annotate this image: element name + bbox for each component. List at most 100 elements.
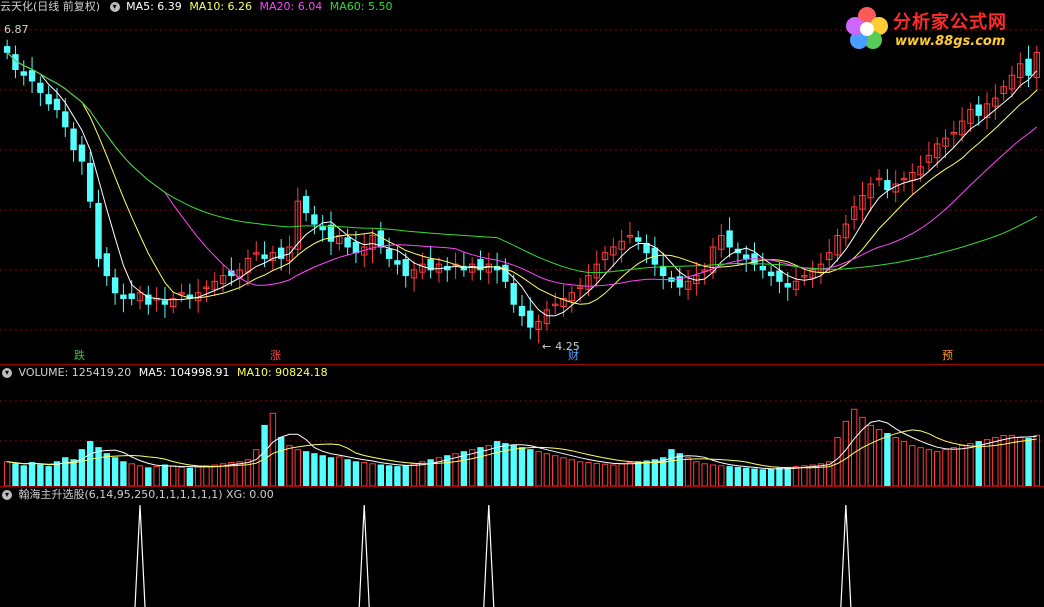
- volume-bar: [20, 465, 27, 486]
- volume-bar: [86, 441, 94, 486]
- volume-bar: [369, 463, 376, 486]
- signal-label-3: 预: [942, 349, 953, 362]
- settings-icon[interactable]: ▾: [2, 368, 12, 378]
- volume-bar: [37, 464, 44, 486]
- volume-bar: [950, 447, 958, 486]
- candle: [344, 237, 351, 248]
- vol-ma5-label: MA5: 104998.91: [138, 366, 230, 379]
- volume-bar: [294, 449, 301, 486]
- volume-bar: [1033, 434, 1041, 486]
- volume-bar: [751, 468, 758, 486]
- volume-bar: [161, 464, 169, 486]
- volume-bar: [203, 465, 210, 486]
- high-price-label: 6.87: [4, 23, 29, 36]
- indicator-pane[interactable]: [0, 487, 1044, 607]
- volume-bar: [917, 447, 924, 486]
- price-chart[interactable]: [0, 0, 1044, 364]
- volume-bar: [668, 449, 675, 486]
- stock-title: 云天化(日线 前复权): [0, 0, 101, 13]
- volume-bar: [1017, 437, 1024, 486]
- volume-bar: [327, 457, 335, 486]
- volume-bar: [120, 461, 127, 486]
- price-pane[interactable]: [0, 0, 1044, 364]
- volume-bar: [95, 447, 102, 486]
- volume-bar: [302, 451, 310, 486]
- candle: [70, 128, 77, 151]
- volume-bar: [385, 465, 393, 486]
- settings-icon[interactable]: ▾: [109, 2, 120, 12]
- volume-bar: [635, 461, 642, 486]
- volume-bar: [535, 451, 542, 486]
- signal-label-1: 涨: [270, 349, 281, 362]
- candle: [402, 259, 409, 277]
- volume-bar: [759, 469, 767, 486]
- volume-bar: [967, 443, 974, 486]
- volume-bar: [344, 459, 351, 486]
- ma5-label: MA5: 6.39: [126, 0, 182, 13]
- volume-chart[interactable]: [0, 365, 1044, 486]
- candle: [3, 46, 11, 53]
- candle: [659, 265, 667, 277]
- volume-bar: [460, 451, 468, 486]
- volume-bar: [244, 459, 252, 486]
- volume-bar: [12, 463, 19, 486]
- volume-bar: [850, 408, 858, 486]
- volume-bar: [311, 453, 318, 486]
- candle: [86, 162, 94, 202]
- volume-bar: [560, 457, 567, 486]
- volume-bar: [103, 453, 110, 486]
- volume-bar: [28, 462, 36, 486]
- ma60-label: MA60: 5.50: [329, 0, 393, 13]
- logo-url: www.88gs.com: [895, 34, 1006, 49]
- volume-bar: [585, 462, 592, 486]
- candle: [45, 94, 52, 105]
- volume-bar: [253, 449, 260, 486]
- candle: [111, 277, 119, 294]
- volume-bar: [900, 441, 908, 486]
- xg-spike: [840, 504, 852, 607]
- volume-bar: [892, 437, 899, 486]
- candle: [635, 237, 642, 242]
- volume-bar: [410, 463, 418, 486]
- volume-bar: [62, 457, 69, 486]
- candle: [643, 243, 650, 254]
- candle: [394, 260, 401, 265]
- site-logo: 分析家公式网 www.88gs.com: [843, 2, 1038, 54]
- volume-bar: [576, 461, 584, 486]
- volume-bar: [136, 465, 144, 486]
- candle: [759, 265, 767, 271]
- indicator-chart[interactable]: [0, 487, 1044, 607]
- volume-bar: [693, 461, 700, 486]
- candle: [385, 248, 393, 259]
- candle: [527, 310, 534, 328]
- volume-bar: [701, 463, 708, 486]
- volume-bar: [1025, 437, 1032, 486]
- low-price-label: ← 4.25: [542, 340, 580, 353]
- volume-bar: [610, 464, 617, 486]
- volume-bar: [784, 466, 791, 486]
- indicator-header: ▾ 翰海主升选股(6,14,95,250,1,1,1,1,1,1) XG: 0.…: [0, 488, 278, 502]
- volume-bar: [352, 461, 360, 486]
- volume-bar: [942, 449, 949, 486]
- volume-bar: [277, 437, 285, 486]
- volume-bar: [518, 447, 526, 486]
- candle: [975, 104, 982, 116]
- settings-icon[interactable]: ▾: [2, 490, 12, 500]
- candle: [62, 111, 69, 128]
- volume-bar: [319, 455, 326, 486]
- volume-bar: [178, 466, 185, 486]
- price-header: 云天化(日线 前复权) ▾ MA5: 6.39 MA10: 6.26 MA20:…: [0, 0, 396, 14]
- indicator-label: 翰海主升选股(6,14,95,250,1,1,1,1,1,1) XG: 0.00: [18, 488, 274, 501]
- volume-pane[interactable]: [0, 365, 1044, 486]
- candle: [776, 270, 783, 282]
- volume-bar: [269, 412, 277, 486]
- volume-bar: [128, 463, 135, 486]
- volume-bar: [170, 465, 177, 486]
- candle: [767, 271, 775, 277]
- volume-bar: [552, 455, 559, 486]
- volume-bar: [510, 445, 517, 486]
- candle: [352, 241, 360, 254]
- candle: [103, 253, 110, 277]
- vol-ma10-label: MA10: 90824.18: [236, 366, 328, 379]
- volume-bar: [726, 466, 733, 486]
